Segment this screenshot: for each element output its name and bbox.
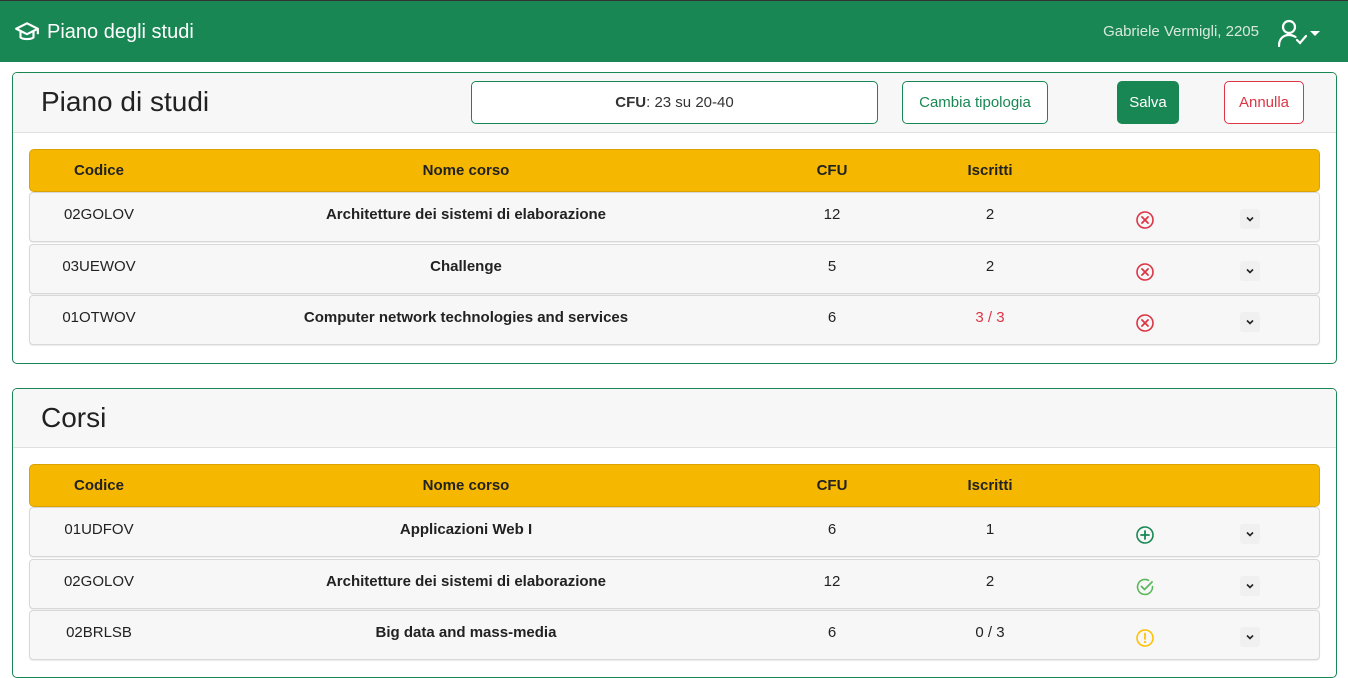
course-name: Big data and mass-media [375,624,557,641]
course-cfu: 6 [827,521,837,538]
course-name: Applicazioni Web I [399,521,533,538]
remove-course-button[interactable] [1120,296,1170,344]
col-header-enrolled: Iscritti [967,162,1013,179]
course-code: 02GOLOV [63,206,135,223]
chevron-down-icon [1240,261,1260,281]
remove-course-button[interactable] [1120,245,1170,293]
course-code: 02GOLOV [63,573,135,590]
warning-icon [1136,629,1154,647]
cfu-label: CFU [615,94,647,111]
col-header-cfu: CFU [816,477,848,494]
chevron-down-icon [1240,576,1260,596]
courses-title: Corsi [41,402,107,433]
course-cfu: 6 [827,309,837,326]
course-warning-indicator [1120,611,1170,659]
expand-button[interactable] [1235,611,1265,659]
courses-table-header: Codice Nome corso CFU Iscritti [29,464,1320,507]
course-code: 03UEWOV [62,258,136,275]
chevron-down-icon [1240,524,1260,544]
course-name: Computer network technologies and servic… [303,309,629,326]
remove-icon [1136,314,1154,332]
col-header-code: Codice [73,477,124,494]
cfu-value: : 23 su 20-40 [646,94,734,111]
brand-title: Piano degli studi [47,20,194,43]
course-name: Architetture dei sistemi di elaborazione [325,573,607,590]
cancel-button[interactable]: Annulla [1224,81,1304,124]
course-code: 01OTWOV [62,309,136,326]
table-row: 02GOLOV Architetture dei sistemi di elab… [29,559,1320,609]
col-header-name: Nome corso [422,162,510,179]
expand-button[interactable] [1235,508,1265,556]
course-code: 02BRLSB [66,624,132,641]
table-row: 03UEWOV Challenge 5 2 [29,244,1320,294]
col-header-cfu: CFU [816,162,848,179]
user-menu-toggle[interactable] [1278,18,1324,48]
course-cfu: 12 [823,573,841,590]
user-check-icon [1278,19,1308,47]
course-cfu: 6 [827,624,837,641]
course-cfu: 12 [823,206,841,223]
remove-icon [1136,263,1154,281]
course-enrolled: 2 [985,258,995,275]
chevron-down-icon [1240,627,1260,647]
navbar: Piano degli studi Gabriele Vermigli, 220… [0,0,1348,62]
study-plan-title: Piano di studi [41,86,210,117]
table-row: 01UDFOV Applicazioni Web I 6 1 [29,507,1320,557]
user-name: Gabriele Vermigli, 2205 [1103,23,1259,40]
course-enrolled: 2 [985,573,995,590]
courses-header: Corsi [13,389,1336,448]
check-icon [1136,578,1154,596]
course-added-indicator [1120,560,1170,608]
course-cfu: 5 [827,258,837,275]
plan-table-header: Codice Nome corso CFU Iscritti [29,149,1320,192]
expand-button[interactable] [1235,296,1265,344]
chevron-down-icon [1240,312,1260,332]
study-plan-header: Piano di studi CFU : 23 su 20-40 Cambia … [13,73,1336,133]
save-button[interactable]: Salva [1117,81,1179,124]
chevron-down-icon [1310,30,1320,36]
course-name: Challenge [430,258,502,275]
expand-button[interactable] [1235,560,1265,608]
study-plan-card: Piano di studi CFU : 23 su 20-40 Cambia … [12,72,1337,364]
brand[interactable]: Piano degli studi [14,19,194,45]
table-row: 02BRLSB Big data and mass-media 6 0 / 3 [29,610,1320,660]
remove-icon [1136,211,1154,229]
course-name: Architetture dei sistemi di elaborazione [325,206,607,223]
chevron-down-icon [1240,209,1260,229]
remove-course-button[interactable] [1120,193,1170,241]
course-code: 01UDFOV [64,521,134,538]
cfu-summary: CFU : 23 su 20-40 [471,81,878,124]
course-enrolled: 0 / 3 [975,624,1005,641]
expand-button[interactable] [1235,193,1265,241]
course-enrolled: 1 [985,521,995,538]
graduation-cap-icon [15,22,39,41]
col-header-code: Codice [73,162,124,179]
change-type-button[interactable]: Cambia tipologia [902,81,1048,124]
table-row: 01OTWOV Computer network technologies an… [29,295,1320,345]
col-header-enrolled: Iscritti [967,477,1013,494]
expand-button[interactable] [1235,245,1265,293]
course-enrolled: 2 [985,206,995,223]
course-enrolled-full: 3 / 3 [975,309,1005,326]
add-course-button[interactable] [1120,508,1170,556]
col-header-name: Nome corso [422,477,510,494]
add-icon [1136,526,1154,544]
courses-card: Corsi Codice Nome corso CFU Iscritti 01U… [12,388,1337,678]
table-row: 02GOLOV Architetture dei sistemi di elab… [29,192,1320,242]
